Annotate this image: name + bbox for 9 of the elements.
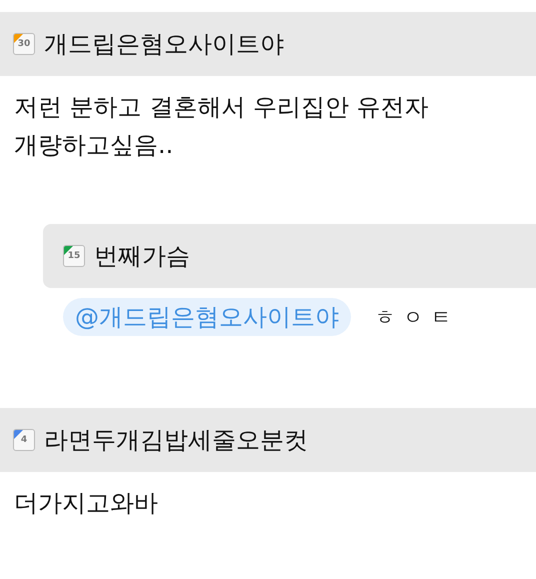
level-icon: 4 bbox=[13, 429, 35, 451]
level-icon: 30 bbox=[13, 33, 35, 55]
reply-text: ㅎㅇㅌ bbox=[375, 304, 459, 330]
level-icon: 15 bbox=[63, 245, 85, 267]
username[interactable]: 라면두개김밥세줄오분컷 bbox=[44, 424, 308, 456]
username[interactable]: 개드립은혐오사이트야 bbox=[44, 28, 284, 60]
username[interactable]: 번째가슴 bbox=[94, 240, 190, 272]
comment-text: 더가지고와바 bbox=[13, 488, 159, 519]
comment-text: 저런 분하고 결혼해서 우리집안 유전자 개량하고싶음.. bbox=[13, 92, 430, 161]
